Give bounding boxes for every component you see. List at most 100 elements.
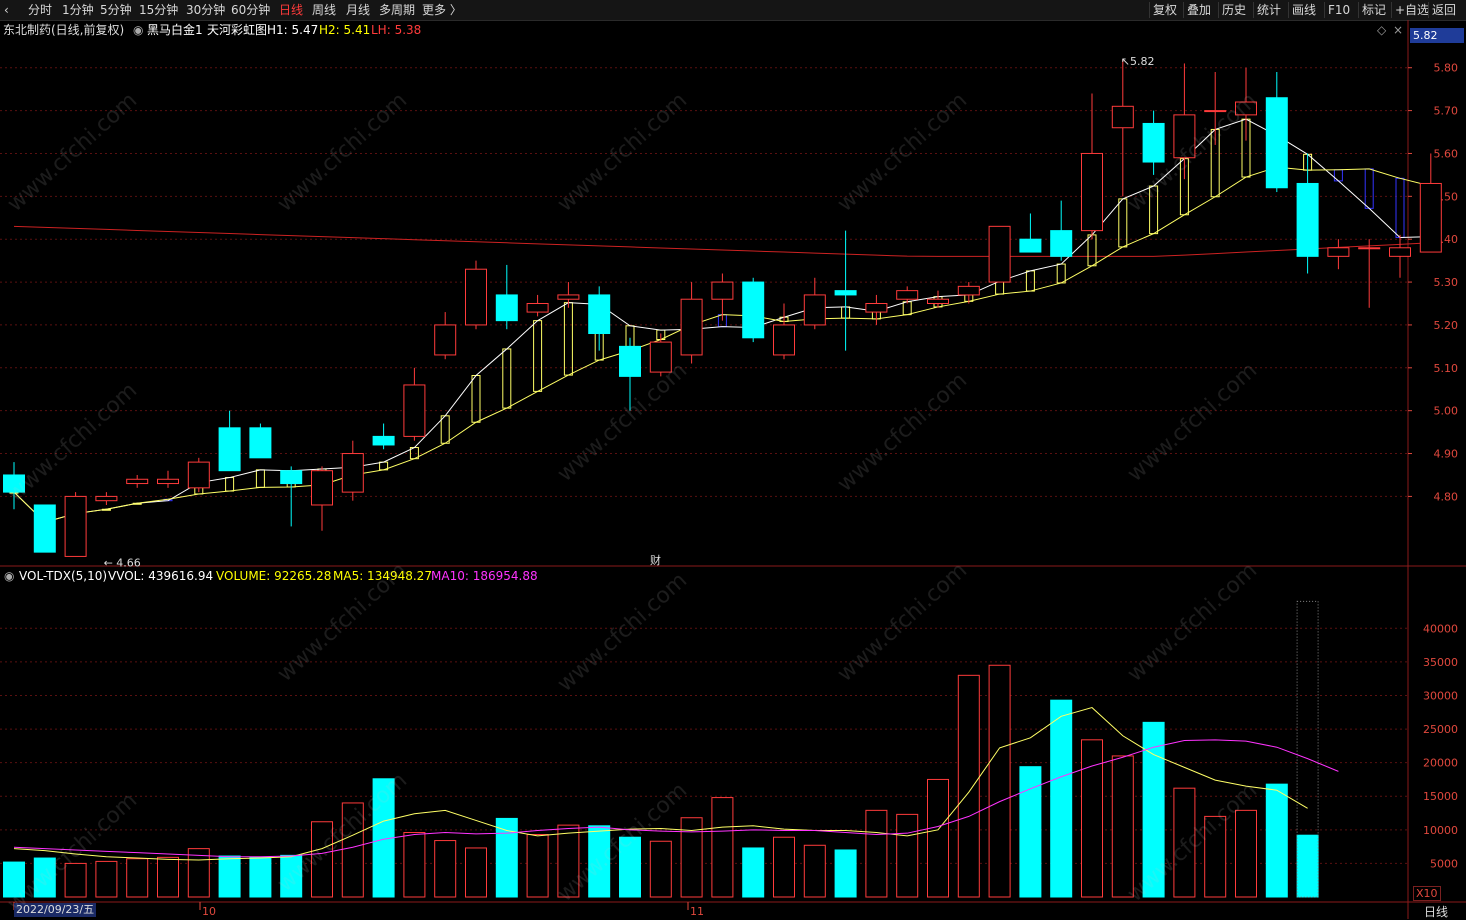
volume-bar [649, 840, 672, 898]
candle-body [957, 285, 980, 296]
volume-bar [1296, 834, 1319, 898]
volume-tick-label: 20000 [1423, 757, 1458, 770]
candle-body [218, 427, 241, 472]
candle-body [95, 495, 118, 502]
rainbow-band [502, 348, 512, 409]
rainbow-band [563, 302, 573, 376]
candle-body [1235, 101, 1257, 116]
volume-tick-label: 5000 [1430, 857, 1458, 870]
price-tick-label: 5.70 [1434, 105, 1459, 118]
volume-bar [1111, 755, 1134, 898]
rainbow-band [1364, 168, 1374, 209]
candle-body [742, 281, 765, 339]
volume-bar [957, 674, 980, 898]
candle-body [649, 341, 672, 373]
rainbow-band [255, 469, 265, 488]
candle-body [803, 294, 826, 326]
candle-body [187, 461, 210, 489]
volume-bar [1265, 783, 1288, 898]
candle-body [280, 470, 303, 485]
volume-bar [126, 858, 149, 898]
candle-body [988, 225, 1011, 283]
price-tick-label: 5.80 [1434, 62, 1459, 75]
volume-bar [588, 825, 611, 898]
volume-bar [896, 813, 919, 898]
candle-body [495, 294, 518, 322]
rainbow-band [533, 320, 543, 392]
candle-body [1019, 238, 1042, 253]
candle-body [64, 495, 87, 557]
volume-tick-label: 35000 [1423, 656, 1458, 669]
rainbow-band [1025, 270, 1035, 292]
finance-marker[interactable]: 财 [650, 552, 661, 568]
price-tick-label: 5.00 [1434, 405, 1459, 418]
rainbow-band [902, 301, 912, 316]
volume-bar [64, 862, 87, 898]
volume-bar [1142, 721, 1165, 898]
volume-bar [1173, 787, 1196, 898]
rainbow-band [440, 415, 450, 444]
volume-bar [711, 797, 734, 898]
candle-body [157, 478, 179, 485]
candle-body [1358, 247, 1381, 250]
rainbow-band [471, 375, 481, 423]
candle-body [526, 303, 549, 313]
candle-body [1081, 152, 1103, 232]
candle-body [249, 427, 272, 459]
candle-body [1389, 247, 1411, 257]
price-tick-label: 4.90 [1434, 448, 1459, 461]
kline-chart[interactable]: 4.804.905.005.105.205.305.405.505.605.70… [0, 0, 1466, 919]
candle-body [711, 281, 734, 300]
month-tick-label: 10 [202, 905, 216, 918]
candle-body [1173, 114, 1196, 159]
volume-bar [249, 856, 272, 898]
volume-bar [1050, 699, 1073, 898]
candle-body [680, 298, 703, 356]
high-annotation: ↖5.82 [1121, 55, 1155, 68]
volume-bar [1081, 739, 1103, 898]
candle-body [465, 268, 487, 326]
candle-body [773, 324, 795, 356]
candle-body [1296, 182, 1319, 257]
candle-body [3, 474, 25, 493]
ma-long-line [13, 225, 1431, 257]
volume-bar [341, 802, 364, 898]
rainbow-band [1333, 169, 1343, 182]
candle-body [311, 470, 333, 506]
candle-body [619, 345, 641, 377]
volume-bar [803, 844, 826, 898]
price-tick-label: 4.80 [1434, 490, 1459, 503]
price-tick-label: 5.10 [1434, 362, 1459, 375]
rainbow-band [995, 280, 1005, 295]
rainbow-band [225, 477, 235, 492]
volume-bar [157, 856, 179, 898]
candle-body [33, 504, 56, 553]
price-tick-label: 5.20 [1434, 319, 1459, 332]
candle-body [896, 290, 919, 300]
rainbow-band [1149, 185, 1159, 235]
vol-ma10-line [13, 739, 1339, 858]
candle-body [341, 453, 364, 493]
volume-bar [95, 860, 118, 898]
volume-bar [311, 821, 333, 898]
candle-body [834, 290, 857, 296]
volume-unit: X10 [1413, 886, 1441, 901]
volume-bar [1204, 815, 1227, 898]
volume-tick-label: 40000 [1423, 622, 1458, 635]
volume-bar [557, 824, 580, 898]
volume-bar [773, 836, 795, 898]
volume-bar [526, 834, 549, 898]
volume-bar [3, 861, 25, 898]
volume-bar [280, 854, 303, 898]
volume-bar [434, 840, 457, 898]
volume-bar [927, 778, 949, 898]
price-tick-label: 5.60 [1434, 147, 1459, 160]
period-label: 日线 [1424, 905, 1449, 919]
price-tick-label: 5.30 [1434, 276, 1459, 289]
candle-body [927, 298, 949, 304]
candle-body [1419, 182, 1442, 253]
volume-bar [619, 836, 641, 898]
low-annotation: ← 4.66 [104, 556, 141, 569]
rainbow-band [1056, 263, 1066, 284]
current-price-box: 5.82 [1410, 28, 1464, 43]
